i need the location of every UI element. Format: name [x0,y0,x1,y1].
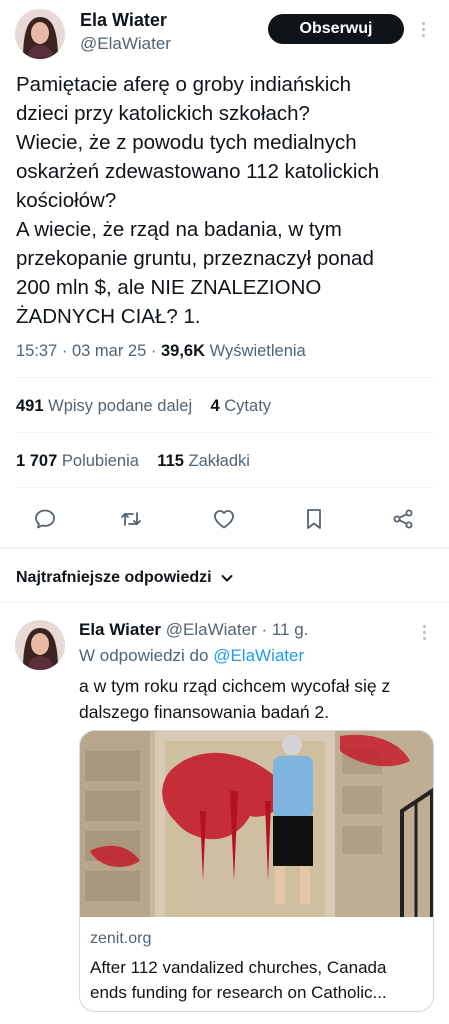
quotes-stat[interactable]: 4 Cytaty [210,397,271,415]
tweet-text-line: 200 mln $, ale NIE ZNALEZIONO [16,276,322,299]
tweet-date[interactable]: 03 mar 25 [72,342,146,360]
reposts-stat[interactable]: 491 Wpisy podane dalej [16,397,192,415]
link-preview-card[interactable]: zenit.org After 112 vandalized churches,… [79,730,434,1012]
bookmark-icon[interactable] [300,505,328,533]
views-count: 39,6K [160,342,205,360]
separator-dot: · [150,342,161,360]
likes-stat[interactable]: 1 707 Polubienia [16,452,139,470]
reply-text-line: a w tym roku rząd cichcem wycofał się z [79,676,391,696]
reposts-label: Wpisy podane dalej [48,397,193,415]
share-icon[interactable] [389,505,417,533]
chevron-down-icon [221,575,233,582]
reposts-count: 491 [16,397,44,415]
reply-more-options-icon[interactable] [419,625,429,640]
bookmarks-label: Zakładki [188,452,250,470]
tweet-meta: 15:37 · 03 mar 25 · 39,6K Wyświetlenia [16,342,306,361]
tweet-text: Pamiętacie aferę o groby indiańskich dzi… [16,70,442,331]
views-label: Wyświetlenia [209,342,306,360]
tweet-text-line: kościołów? [16,189,117,212]
link-title: After 112 vandalized churches, Canada en… [90,955,426,1005]
more-options-icon[interactable] [418,22,428,37]
reply-to-prefix: W odpowiedzi do [79,646,209,665]
bookmarks-stat[interactable]: 115 Zakładki [157,452,250,470]
bookmarks-count: 115 [157,452,184,470]
quotes-count: 4 [210,397,220,415]
like-icon[interactable] [210,505,238,533]
reposts-quotes-row: 491 Wpisy podane dalej 4 Cytaty [16,397,271,416]
reply-to-handle-link[interactable]: @ElaWiater [213,646,304,665]
replies-sort-label: Najtrafniejsze odpowiedzi [16,569,212,586]
tweet-text-line: A wiecie, że rząd na badania, w tym [16,218,342,241]
link-domain: zenit.org [90,930,152,947]
link-title-line: ends funding for research on Catholic... [90,983,387,1002]
likes-bookmarks-row: 1 707 Polubienia 115 Zakładki [16,452,250,471]
reply-author-name[interactable]: Ela Wiater [79,620,161,639]
reply-text: a w tym roku rząd cichcem wycofał się z … [79,673,429,725]
reply-icon[interactable] [31,505,59,533]
reply-header: Ela Wiater @ElaWiater · 11 g. [79,620,308,640]
reply-author-handle[interactable]: @ElaWiater [166,620,257,639]
tweet-text-line: oskarżeń zdewastowano 112 katolickich [16,160,380,183]
tweet-text-line: dzieci przy katolickich szkołach? [16,102,310,125]
tweet-time[interactable]: 15:37 [16,342,57,360]
divider [0,602,449,603]
link-preview-image [80,731,433,917]
author-avatar[interactable] [15,9,65,59]
separator-dot: · [61,342,72,360]
author-handle[interactable]: @ElaWiater [80,34,171,54]
tweet-text-line: Wiecie, że z powodu tych medialnych [16,131,357,154]
quotes-label: Cytaty [224,397,272,415]
divider [16,377,433,378]
link-title-line: After 112 vandalized churches, Canada [90,958,387,977]
action-bar [0,505,449,533]
divider [16,432,433,433]
follow-button[interactable]: Obserwuj [268,14,404,44]
author-name[interactable]: Ela Wiater [80,10,167,31]
reply-text-line: dalszego finansowania badań 2. [79,702,330,722]
likes-count: 1 707 [16,452,58,470]
replies-sort-dropdown[interactable]: Najtrafniejsze odpowiedzi [16,569,234,587]
likes-label: Polubienia [61,452,139,470]
retweet-icon[interactable] [117,505,145,533]
divider [16,487,433,488]
reply-to-line: W odpowiedzi do @ElaWiater [79,646,304,666]
reply-time[interactable]: · 11 g. [261,620,308,639]
tweet-text-line: przekopanie gruntu, przeznaczył ponad [16,247,374,270]
tweet-text-line: ŻADNYCH CIAŁ? 1. [16,305,201,328]
section-divider [0,547,449,549]
tweet-text-line: Pamiętacie aferę o groby indiańskich [16,73,352,96]
reply-author-avatar[interactable] [15,620,65,670]
